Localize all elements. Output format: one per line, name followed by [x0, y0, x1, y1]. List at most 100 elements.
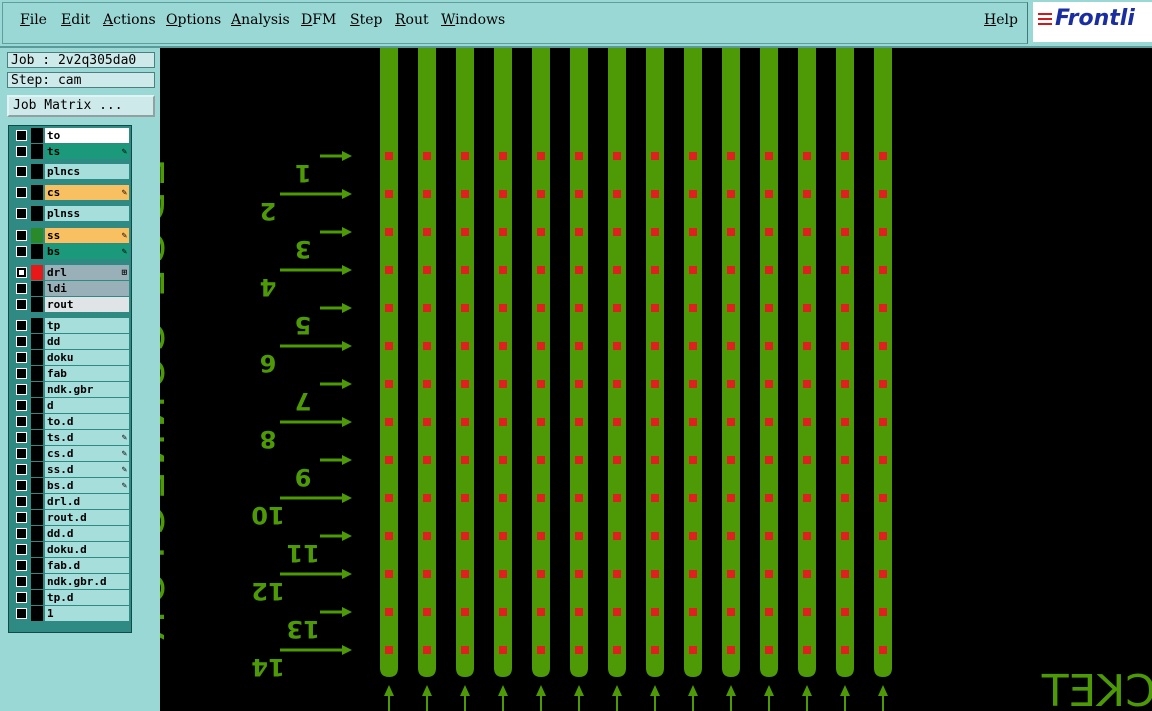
layer-color-swatch[interactable]: [31, 334, 43, 349]
layer-color-swatch[interactable]: [31, 574, 43, 589]
layer-checkbox[interactable]: [16, 592, 27, 603]
layer-name[interactable]: dd: [45, 334, 129, 349]
layer-row-ndk.gbr.d[interactable]: ndk.gbr.d: [11, 574, 129, 589]
layer-checkbox[interactable]: [16, 432, 27, 443]
layer-checkbox[interactable]: [16, 299, 27, 310]
menu-dfm[interactable]: DFM: [301, 12, 336, 28]
layer-color-swatch[interactable]: [31, 526, 43, 541]
layer-checkbox[interactable]: [16, 496, 27, 507]
layer-name[interactable]: rout.d: [45, 510, 129, 525]
graphic-canvas[interactable]: 1234567891011121314 EDGE CONNECTOR CKET: [160, 48, 1152, 711]
menu-analysis[interactable]: Analysis: [231, 12, 290, 28]
layer-row-bs[interactable]: bs ✎: [11, 244, 129, 259]
menu-actions[interactable]: Actions: [103, 12, 156, 28]
layer-checkbox[interactable]: [16, 187, 27, 198]
layer-row-plnss[interactable]: plnss: [11, 206, 129, 221]
layer-color-swatch[interactable]: [31, 350, 43, 365]
layer-checkbox[interactable]: [16, 368, 27, 379]
layer-row-drl.d[interactable]: drl.d: [11, 494, 129, 509]
layer-color-swatch[interactable]: [31, 606, 43, 621]
layer-row-cs.d[interactable]: cs.d ✎: [11, 446, 129, 461]
layer-checkbox[interactable]: [16, 528, 27, 539]
layer-color-swatch[interactable]: [31, 398, 43, 413]
layer-checkbox[interactable]: [16, 208, 27, 219]
layer-checkbox[interactable]: [16, 352, 27, 363]
menu-options[interactable]: Options: [166, 12, 221, 28]
layer-name[interactable]: plncs: [45, 164, 129, 179]
layer-checkbox[interactable]: [16, 576, 27, 587]
layer-name[interactable]: ss.d ✎: [45, 462, 129, 477]
layer-name[interactable]: to.d: [45, 414, 129, 429]
layer-row-doku[interactable]: doku: [11, 350, 129, 365]
layer-color-swatch[interactable]: [31, 462, 43, 477]
layer-name[interactable]: drl ⊞: [45, 265, 129, 280]
layer-color-swatch[interactable]: [31, 244, 43, 259]
layer-row-to.d[interactable]: to.d: [11, 414, 129, 429]
layer-name[interactable]: doku: [45, 350, 129, 365]
layer-checkbox[interactable]: [16, 608, 27, 619]
layer-row-ss[interactable]: ss ✎: [11, 228, 129, 243]
layer-name[interactable]: fab.d: [45, 558, 129, 573]
layer-color-swatch[interactable]: [31, 185, 43, 200]
layer-name[interactable]: d: [45, 398, 129, 413]
menu-edit[interactable]: Edit: [61, 12, 90, 28]
layer-name[interactable]: ts ✎: [45, 144, 129, 159]
layer-checkbox[interactable]: [16, 267, 27, 278]
layer-row-bs.d[interactable]: bs.d ✎: [11, 478, 129, 493]
layer-checkbox[interactable]: [16, 166, 27, 177]
layer-color-swatch[interactable]: [31, 478, 43, 493]
layer-checkbox[interactable]: [16, 130, 27, 141]
layer-color-swatch[interactable]: [31, 265, 43, 280]
layer-name[interactable]: cs ✎: [45, 185, 129, 200]
layer-color-swatch[interactable]: [31, 144, 43, 159]
layer-row-fab.d[interactable]: fab.d: [11, 558, 129, 573]
layer-color-swatch[interactable]: [31, 494, 43, 509]
layer-color-swatch[interactable]: [31, 590, 43, 605]
layer-row-ss.d[interactable]: ss.d ✎: [11, 462, 129, 477]
layer-name[interactable]: ndk.gbr: [45, 382, 129, 397]
menu-file[interactable]: File: [20, 12, 47, 28]
layer-row-ts[interactable]: ts ✎: [11, 144, 129, 159]
layer-row-to[interactable]: to: [11, 128, 129, 143]
layer-name[interactable]: doku.d: [45, 542, 129, 557]
layer-color-swatch[interactable]: [31, 558, 43, 573]
layer-color-swatch[interactable]: [31, 446, 43, 461]
layer-row-ts.d[interactable]: ts.d ✎: [11, 430, 129, 445]
layer-row-drl[interactable]: drl ⊞: [11, 265, 129, 280]
layer-color-swatch[interactable]: [31, 430, 43, 445]
layer-name[interactable]: dd.d: [45, 526, 129, 541]
layer-checkbox[interactable]: [16, 230, 27, 241]
layer-color-swatch[interactable]: [31, 366, 43, 381]
menu-rout[interactable]: Rout: [395, 12, 429, 28]
layer-name[interactable]: ldi: [45, 281, 129, 296]
layer-name[interactable]: ts.d ✎: [45, 430, 129, 445]
layer-name[interactable]: 1: [45, 606, 129, 621]
layer-row-rout[interactable]: rout: [11, 297, 129, 312]
layer-name[interactable]: plnss: [45, 206, 129, 221]
layer-row-dd[interactable]: dd: [11, 334, 129, 349]
layer-row-d[interactable]: d: [11, 398, 129, 413]
layer-row-ndk.gbr[interactable]: ndk.gbr: [11, 382, 129, 397]
layer-row-ldi[interactable]: ldi: [11, 281, 129, 296]
layer-color-swatch[interactable]: [31, 318, 43, 333]
layer-name[interactable]: bs ✎: [45, 244, 129, 259]
layer-name[interactable]: tp.d: [45, 590, 129, 605]
layer-row-dd.d[interactable]: dd.d: [11, 526, 129, 541]
layer-row-tp.d[interactable]: tp.d: [11, 590, 129, 605]
layer-checkbox[interactable]: [16, 560, 27, 571]
layer-checkbox[interactable]: [16, 416, 27, 427]
layer-row-plncs[interactable]: plncs: [11, 164, 129, 179]
layer-checkbox[interactable]: [16, 246, 27, 257]
layer-checkbox[interactable]: [16, 544, 27, 555]
layer-color-swatch[interactable]: [31, 281, 43, 296]
layer-name[interactable]: to: [45, 128, 129, 143]
layer-checkbox[interactable]: [16, 384, 27, 395]
layer-name[interactable]: ss ✎: [45, 228, 129, 243]
layer-color-swatch[interactable]: [31, 164, 43, 179]
layer-color-swatch[interactable]: [31, 128, 43, 143]
layer-color-swatch[interactable]: [31, 206, 43, 221]
layer-row-tp[interactable]: tp: [11, 318, 129, 333]
layer-name[interactable]: rout: [45, 297, 129, 312]
layer-name[interactable]: fab: [45, 366, 129, 381]
layer-checkbox[interactable]: [16, 512, 27, 523]
